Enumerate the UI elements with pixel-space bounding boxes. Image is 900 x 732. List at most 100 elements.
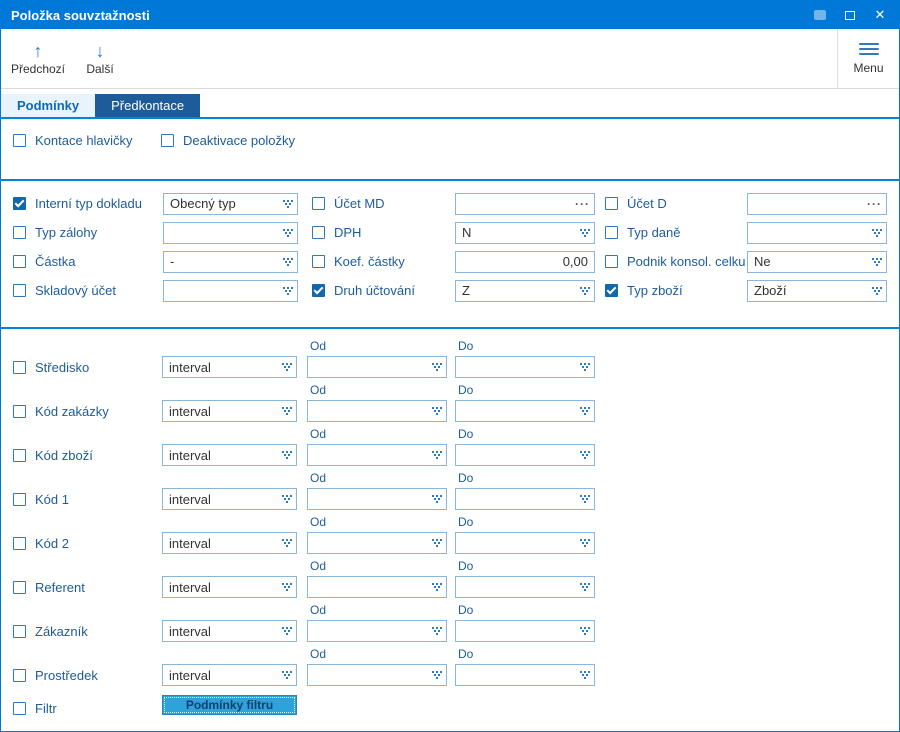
typ-zbozi-checkbox[interactable] <box>605 284 618 297</box>
kod-zakazky-interval-combo[interactable]: interval <box>162 400 297 422</box>
typ-dane-combo[interactable] <box>747 221 887 244</box>
kod-1-checkbox[interactable] <box>13 493 26 506</box>
deaktivace-polozky-label: Deaktivace položky <box>183 133 295 148</box>
kod-zakazky-checkbox[interactable] <box>13 405 26 418</box>
castka-combo[interactable]: - <box>163 250 298 273</box>
filter-conditions-button[interactable]: Podmínky filtru <box>162 695 297 715</box>
restore-glyph <box>814 10 826 20</box>
dph-combo[interactable]: N <box>455 221 595 244</box>
prostredek-checkbox[interactable] <box>13 669 26 682</box>
combo-value: interval <box>169 403 211 419</box>
maximize-icon[interactable] <box>835 2 865 28</box>
kod-2-interval-combo[interactable]: interval <box>162 532 297 554</box>
stredisko-interval-combo[interactable]: interval <box>162 356 297 378</box>
koef-castky-input[interactable]: 0,00 <box>455 250 595 273</box>
skladovy-ucet-combo[interactable] <box>163 279 298 302</box>
kod-2-od-combo[interactable] <box>307 532 447 554</box>
kod-2-do-combo[interactable] <box>455 532 595 554</box>
dropdown-icon <box>872 228 882 237</box>
skladovy-ucet-checkbox[interactable] <box>13 284 26 297</box>
kod-1-od-combo[interactable] <box>307 488 447 510</box>
range-left: Kód 2 <box>13 536 69 551</box>
interni-typ-dokladu-combo[interactable]: Obecný typ <box>163 192 298 215</box>
referent-od-combo[interactable] <box>307 576 447 598</box>
field-cell-typ-zalohy: Typ zálohy <box>13 221 312 244</box>
tab-podminky[interactable]: Podmínky <box>1 94 96 117</box>
ucet-d-picker[interactable]: ··· <box>747 192 887 215</box>
filtr-checkbox[interactable] <box>13 702 26 715</box>
ucet-md-picker[interactable]: ··· <box>455 192 595 215</box>
kontace-hlavicky-item: Kontace hlavičky <box>13 133 161 148</box>
restore-icon[interactable] <box>805 2 835 28</box>
next-button[interactable]: ↓ Další <box>69 29 131 88</box>
dropdown-icon <box>282 451 292 459</box>
kod-1-interval-combo[interactable]: interval <box>162 488 297 510</box>
kod-zbozi-label: Kód zboží <box>35 448 93 463</box>
previous-button[interactable]: ↑ Předchozí <box>7 29 69 88</box>
combo-value: interval <box>169 667 211 683</box>
referent-checkbox[interactable] <box>13 581 26 594</box>
kod-zbozi-checkbox[interactable] <box>13 449 26 462</box>
interni-typ-dokladu-checkbox[interactable] <box>13 197 26 210</box>
menu-label: Menu <box>853 60 884 75</box>
prostredek-interval-combo[interactable]: interval <box>162 664 297 686</box>
stredisko-do-combo[interactable] <box>455 356 595 378</box>
close-icon[interactable]: ✕ <box>865 2 895 28</box>
typ-zalohy-combo[interactable] <box>163 221 298 244</box>
dropdown-icon <box>282 583 292 591</box>
druh-uctovani-combo[interactable]: Z <box>455 279 595 302</box>
podnik-konsol-celku-combo[interactable]: Ne <box>747 250 887 273</box>
range-left: Zákazník <box>13 624 88 639</box>
zakaznik-checkbox[interactable] <box>13 625 26 638</box>
next-label: Další <box>86 61 114 76</box>
stredisko-od-combo[interactable] <box>307 356 447 378</box>
typ-dane-label: Typ daně <box>627 225 681 240</box>
typ-zbozi-combo[interactable]: Zboží <box>747 279 887 302</box>
zakaznik-interval-combo[interactable]: interval <box>162 620 297 642</box>
dropdown-icon <box>580 627 590 635</box>
prostredek-od-combo[interactable] <box>307 664 447 686</box>
ucet-md-checkbox[interactable] <box>312 197 325 210</box>
kod-2-checkbox[interactable] <box>13 537 26 550</box>
kod-zbozi-od-combo[interactable] <box>307 444 447 466</box>
ellipsis-icon[interactable]: ··· <box>867 197 882 211</box>
filtr-label: Filtr <box>35 701 57 716</box>
kod-zakazky-od-combo[interactable] <box>307 400 447 422</box>
od-label: Od <box>310 339 327 353</box>
ucet-md-label: Účet MD <box>334 196 385 211</box>
druh-uctovani-checkbox[interactable] <box>312 284 325 297</box>
referent-interval-combo[interactable]: interval <box>162 576 297 598</box>
prostredek-do-combo[interactable] <box>455 664 595 686</box>
koef-castky-checkbox[interactable] <box>312 255 325 268</box>
zakaznik-od-combo[interactable] <box>307 620 447 642</box>
typ-dane-checkbox[interactable] <box>605 226 618 239</box>
deaktivace-polozky-checkbox[interactable] <box>161 134 174 147</box>
podnik-konsol-celku-checkbox[interactable] <box>605 255 618 268</box>
kod-zbozi-do-combo[interactable] <box>455 444 595 466</box>
tab-predkontace[interactable]: Předkontace <box>95 94 201 117</box>
dropdown-icon <box>432 583 442 591</box>
kontace-hlavicky-checkbox[interactable] <box>13 134 26 147</box>
dropdown-icon <box>872 286 882 295</box>
typ-zalohy-checkbox[interactable] <box>13 226 26 239</box>
dph-checkbox[interactable] <box>312 226 325 239</box>
ellipsis-icon[interactable]: ··· <box>575 197 590 211</box>
referent-do-combo[interactable] <box>455 576 595 598</box>
kod-2-label: Kód 2 <box>35 536 69 551</box>
kod-1-do-combo[interactable] <box>455 488 595 510</box>
typ-zbozi-label: Typ zboží <box>627 283 683 298</box>
menu-icon <box>858 42 879 55</box>
zakaznik-do-combo[interactable] <box>455 620 595 642</box>
ucet-d-checkbox[interactable] <box>605 197 618 210</box>
od-label: Od <box>310 515 327 529</box>
combo-value: interval <box>169 535 211 551</box>
menu-button[interactable]: Menu <box>837 29 899 88</box>
stredisko-checkbox[interactable] <box>13 361 26 374</box>
castka-checkbox[interactable] <box>13 255 26 268</box>
dropdown-icon <box>282 539 292 547</box>
kod-zbozi-interval-combo[interactable]: interval <box>162 444 297 466</box>
kod-zakazky-do-combo[interactable] <box>455 400 595 422</box>
kod-zakazky-label: Kód zakázky <box>35 404 109 419</box>
dropdown-icon <box>432 363 442 371</box>
kontace-hlavicky-label: Kontace hlavičky <box>35 133 133 148</box>
